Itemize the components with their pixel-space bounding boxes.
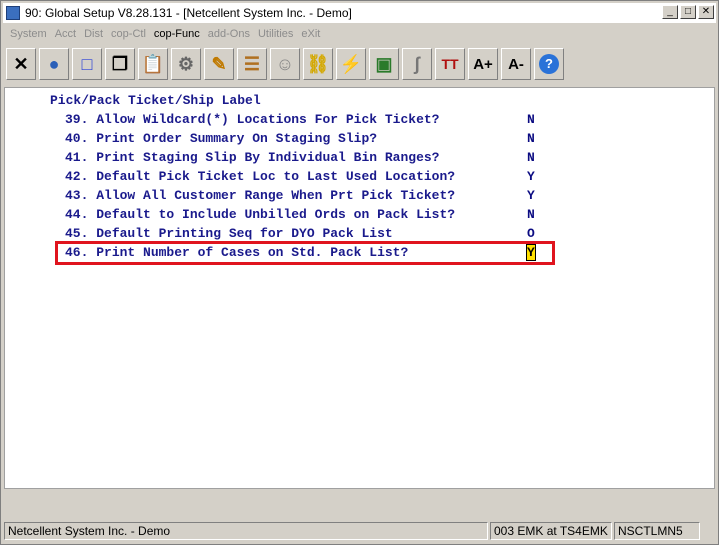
help-icon[interactable]: ?: [534, 48, 564, 80]
status-bar: Netcellent System Inc. - Demo 003 EMK at…: [4, 520, 717, 542]
setting-row-39[interactable]: 39. Allow Wildcard(*) Locations For Pick…: [65, 112, 439, 127]
setting-row-45[interactable]: 45. Default Printing Seq for DYO Pack Li…: [65, 226, 393, 241]
select-box-icon[interactable]: □: [72, 48, 102, 80]
status-server: NSCTLMN5: [614, 522, 700, 540]
copy-icon[interactable]: ❐: [105, 48, 135, 80]
window-flash-icon[interactable]: ▣: [369, 48, 399, 80]
menu-utilities[interactable]: Utilities: [258, 28, 293, 40]
row-number: 42.: [65, 169, 89, 184]
row-label: Default to Include Unbilled Ords on Pack…: [96, 207, 456, 222]
setting-value-41[interactable]: N: [527, 150, 535, 165]
setting-value-43[interactable]: Y: [527, 188, 535, 203]
toolbar: ✕ ● □ ❐ 📋 ⚙ ✎ ☰ ☺ ⛓ ⚡ ▣ ʃ TT A+ A- ?: [3, 45, 716, 83]
row-label: Default Printing Seq for DYO Pack List: [96, 226, 393, 241]
font-type-icon[interactable]: TT: [435, 48, 465, 80]
menu-system[interactable]: System: [10, 28, 47, 40]
decrease-font-icon[interactable]: A-: [501, 48, 531, 80]
row-number: 46.: [65, 245, 89, 260]
row-label: Default Pick Ticket Loc to Last Used Loc…: [96, 169, 456, 184]
setting-value-45[interactable]: O: [527, 226, 535, 241]
menu-cop-func[interactable]: cop-Func: [154, 28, 200, 40]
setting-value-44[interactable]: N: [527, 207, 535, 222]
increase-font-icon[interactable]: A+: [468, 48, 498, 80]
settings-icon[interactable]: ⚙: [171, 48, 201, 80]
menu-add-ons[interactable]: add-Ons: [208, 28, 250, 40]
notes-icon[interactable]: ☰: [237, 48, 267, 80]
close-tool-icon[interactable]: ✕: [6, 48, 36, 80]
setting-value-40[interactable]: N: [527, 131, 535, 146]
row-number: 41.: [65, 150, 89, 165]
menu-cop-ctl[interactable]: cop-Ctl: [111, 28, 146, 40]
row-number: 39.: [65, 112, 89, 127]
setting-row-41[interactable]: 41. Print Staging Slip By Individual Bin…: [65, 150, 439, 165]
row-label: Allow All Customer Range When Prt Pick T…: [96, 188, 456, 203]
close-button[interactable]: ✕: [698, 5, 714, 19]
setting-value-39[interactable]: N: [527, 112, 535, 127]
maximize-button[interactable]: □: [680, 5, 696, 19]
resize-grip-icon[interactable]: [700, 522, 716, 540]
row-number: 44.: [65, 207, 89, 222]
setting-row-40[interactable]: 40. Print Order Summary On Staging Slip?: [65, 131, 377, 146]
row-label: Print Number of Cases on Std. Pack List?: [96, 245, 409, 260]
row-label: Print Staging Slip By Individual Bin Ran…: [96, 150, 440, 165]
lightning-icon[interactable]: ⚡: [336, 48, 366, 80]
setting-row-43[interactable]: 43. Allow All Customer Range When Prt Pi…: [65, 188, 455, 203]
row-label: Allow Wildcard(*) Locations For Pick Tic…: [96, 112, 440, 127]
title-bar: 90: Global Setup V8.28.131 - [Netcellent…: [3, 3, 716, 23]
status-user: 003 EMK at TS4EMK: [490, 522, 612, 540]
help-icon-glyph: ?: [539, 54, 559, 74]
globe-icon[interactable]: ●: [39, 48, 69, 80]
row-number: 43.: [65, 188, 89, 203]
setting-value-42[interactable]: Y: [527, 169, 535, 184]
terminal-screen: Pick/Pack Ticket/Ship Label 39. Allow Wi…: [4, 87, 715, 489]
section-header: Pick/Pack Ticket/Ship Label: [50, 93, 261, 108]
row-number: 40.: [65, 131, 89, 146]
row-label: Print Order Summary On Staging Slip?: [96, 131, 378, 146]
setting-row-42[interactable]: 42. Default Pick Ticket Loc to Last Used…: [65, 169, 455, 184]
signature-icon[interactable]: ʃ: [402, 48, 432, 80]
setting-row-44[interactable]: 44. Default to Include Unbilled Ords on …: [65, 207, 455, 222]
menu-acct[interactable]: Acct: [55, 28, 76, 40]
paste-icon[interactable]: 📋: [138, 48, 168, 80]
status-company: Netcellent System Inc. - Demo: [4, 522, 488, 540]
row-number: 45.: [65, 226, 89, 241]
window-title: 90: Global Setup V8.28.131 - [Netcellent…: [25, 6, 352, 20]
setting-input-46[interactable]: Y: [526, 244, 536, 261]
app-icon: [6, 6, 20, 20]
edit-icon[interactable]: ✎: [204, 48, 234, 80]
setting-row-46[interactable]: 46. Print Number of Cases on Std. Pack L…: [65, 245, 408, 260]
menu-exit[interactable]: eXit: [301, 28, 320, 40]
users-icon[interactable]: ☺: [270, 48, 300, 80]
app-window: 90: Global Setup V8.28.131 - [Netcellent…: [0, 0, 719, 545]
minimize-button[interactable]: _: [662, 5, 678, 19]
menu-bar: System Acct Dist cop-Ctl cop-Func add-On…: [3, 25, 716, 43]
link-icon[interactable]: ⛓: [303, 48, 333, 80]
menu-dist[interactable]: Dist: [84, 28, 103, 40]
